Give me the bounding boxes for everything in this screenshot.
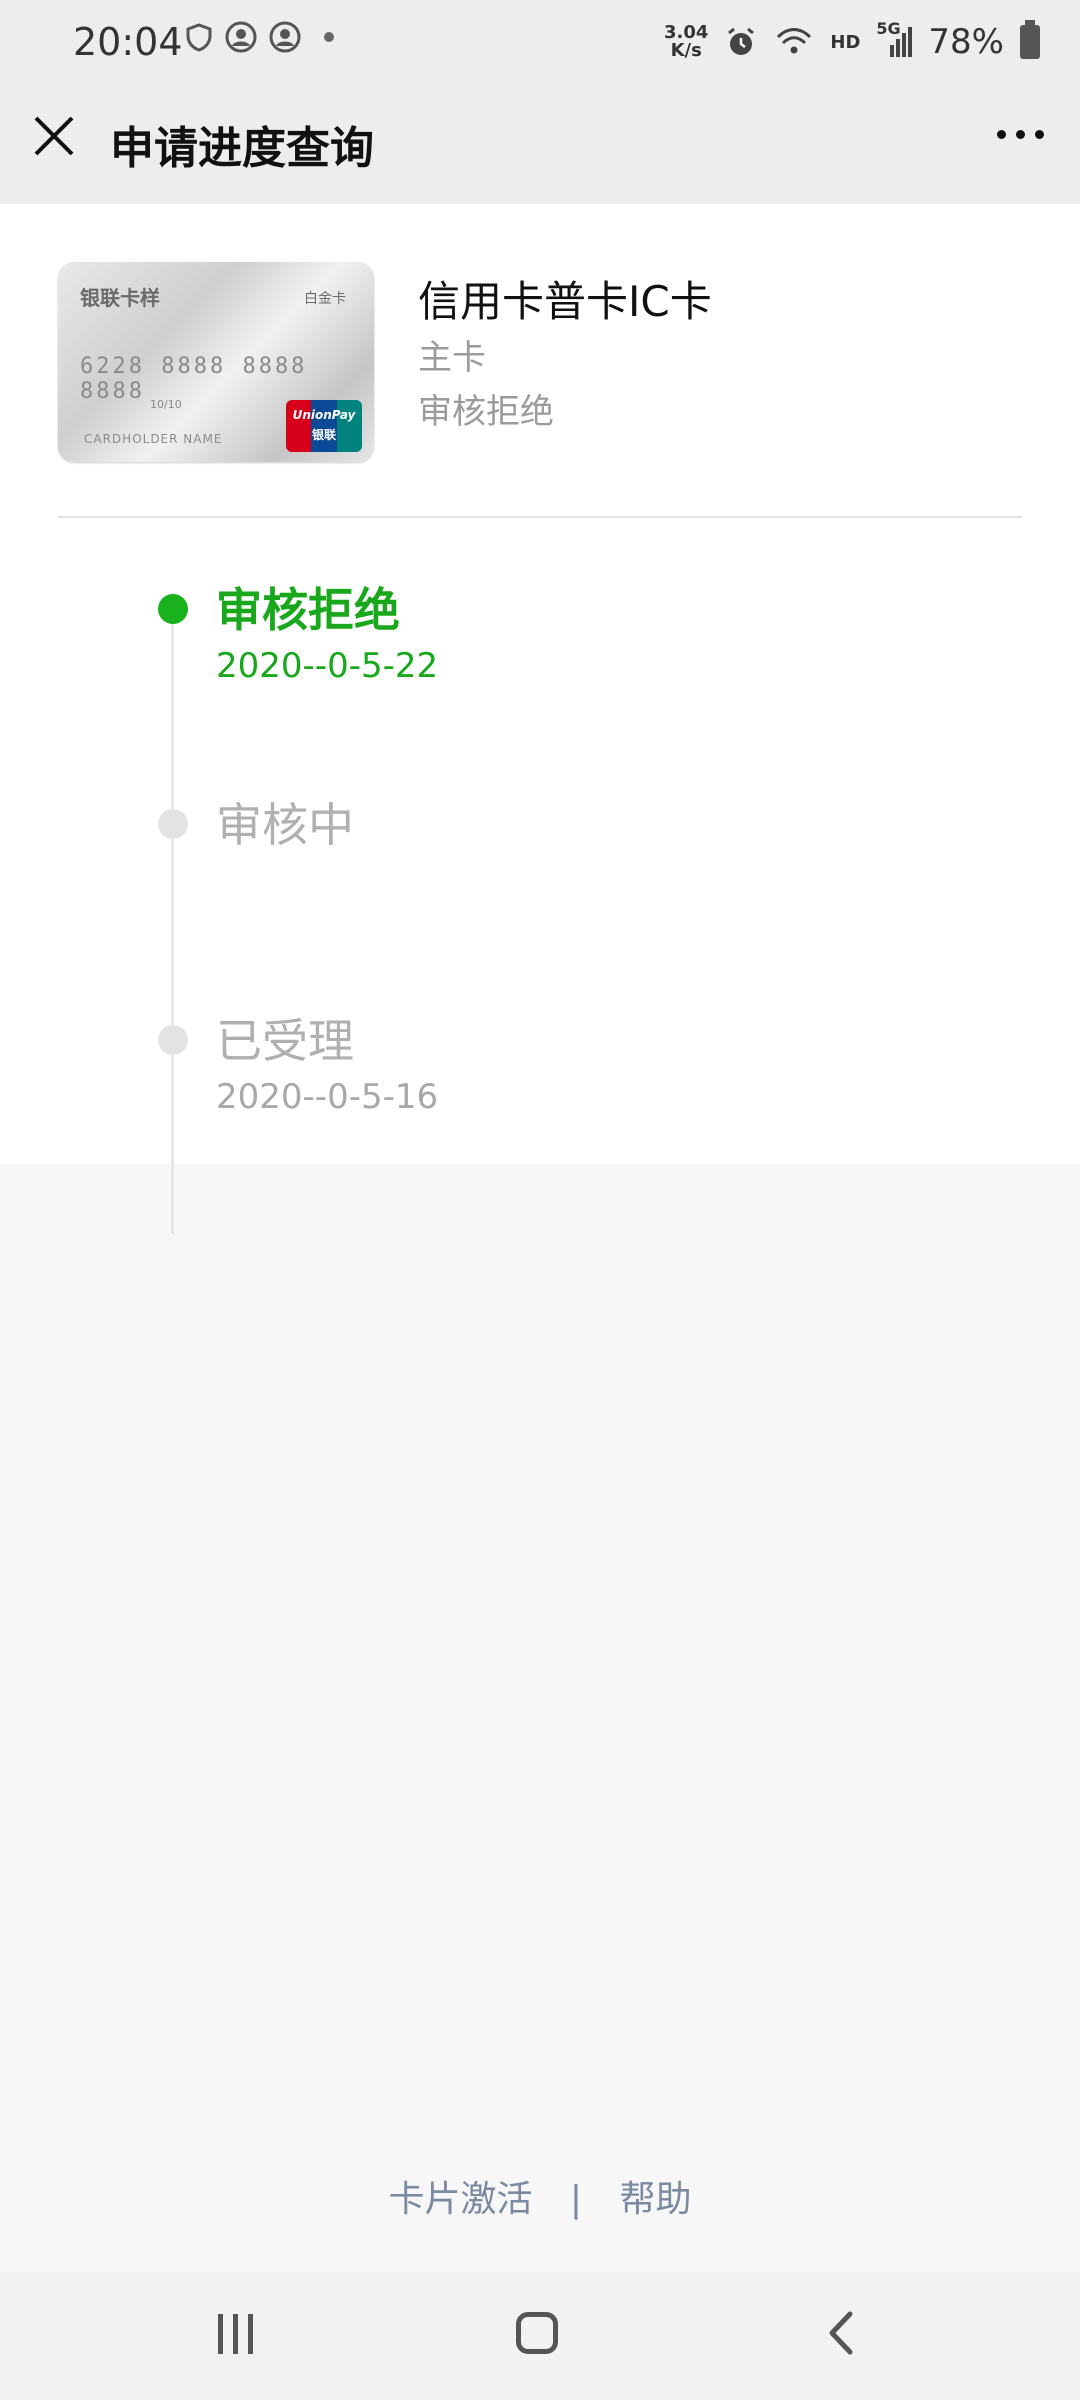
signal-icon: 5G [876, 19, 913, 59]
card-activation-link[interactable]: 卡片激活 [388, 2179, 532, 2220]
wifi-icon [777, 28, 812, 54]
recent-apps-button[interactable] [218, 2314, 256, 2354]
unionpay-logo: UnionPay 银联 [286, 400, 362, 452]
battery-percent: 78% [928, 22, 1004, 62]
card-number-text: 6228 8888 8888 8888 [80, 354, 308, 404]
timeline-dot [158, 809, 188, 839]
more-dot [1034, 129, 1044, 139]
more-dot [996, 129, 1006, 139]
application-panel: 银联卡样 白金卡 6228 8888 8888 8888 10/10 CARDH… [0, 204, 1080, 1234]
hd-label: HD [830, 31, 861, 53]
close-icon[interactable] [30, 112, 78, 160]
card-tier-text: 白金卡 [304, 291, 346, 307]
alarm-icon [728, 27, 755, 55]
unionpay-logo-text: UnionPay [292, 408, 356, 422]
notification-icons [184, 20, 334, 54]
footer-separator: | [569, 2179, 583, 2220]
card-type: 主卡 [418, 338, 486, 378]
card-image: 银联卡样 白金卡 6228 8888 8888 8888 10/10 CARDH… [58, 262, 374, 462]
status-time: 20:04 [73, 20, 183, 64]
card-holder-text: CARDHOLDER NAME [84, 432, 223, 446]
unionpay-logo-cn: 银联 [311, 428, 336, 442]
page-title: 申请进度查询 [110, 123, 374, 174]
battery-icon [1020, 20, 1040, 59]
card-valid-text: 10/10 [150, 398, 182, 411]
help-link[interactable]: 帮助 [620, 2179, 692, 2220]
speed-unit: K/s [670, 40, 702, 61]
timeline-dot [158, 1025, 188, 1055]
more-notifications-dot [324, 32, 334, 42]
network-speed: 3.04 K/s [664, 24, 708, 60]
timeline-line [171, 606, 174, 1234]
chat-notification-icon [225, 21, 257, 53]
system-nav-bar [0, 2272, 1080, 2400]
card-brand-text: 银联卡样 [80, 286, 160, 310]
timeline-step-title: 审核中 [216, 798, 354, 852]
status-right: 3.04 K/s HD 5G 78% [664, 19, 1040, 62]
timeline-step-date: 2020--0-5-22 [216, 646, 439, 686]
timeline-step-title: 已受理 [216, 1014, 354, 1068]
more-icon[interactable] [990, 114, 1050, 154]
shield-notification-icon [186, 23, 212, 52]
card-product-name: 信用卡普卡IC卡 [418, 277, 712, 326]
status-bar: 20:04 3.04 K/s HD 5G 78% [0, 0, 1080, 88]
timeline-dot-active [158, 594, 188, 624]
timeline-step-title: 审核拒绝 [216, 583, 400, 637]
footer-links: 卡片激活 | 帮助 [0, 2170, 1080, 2222]
back-icon[interactable] [822, 2310, 862, 2356]
nav-bar: 申请进度查询 [0, 88, 1080, 204]
chat-notification-icon-2 [269, 21, 301, 53]
divider [58, 516, 1022, 518]
timeline-step-date: 2020--0-5-16 [216, 1077, 439, 1117]
home-button[interactable] [516, 2312, 558, 2354]
card-status: 审核拒绝 [418, 392, 554, 432]
more-dot [1015, 129, 1025, 139]
